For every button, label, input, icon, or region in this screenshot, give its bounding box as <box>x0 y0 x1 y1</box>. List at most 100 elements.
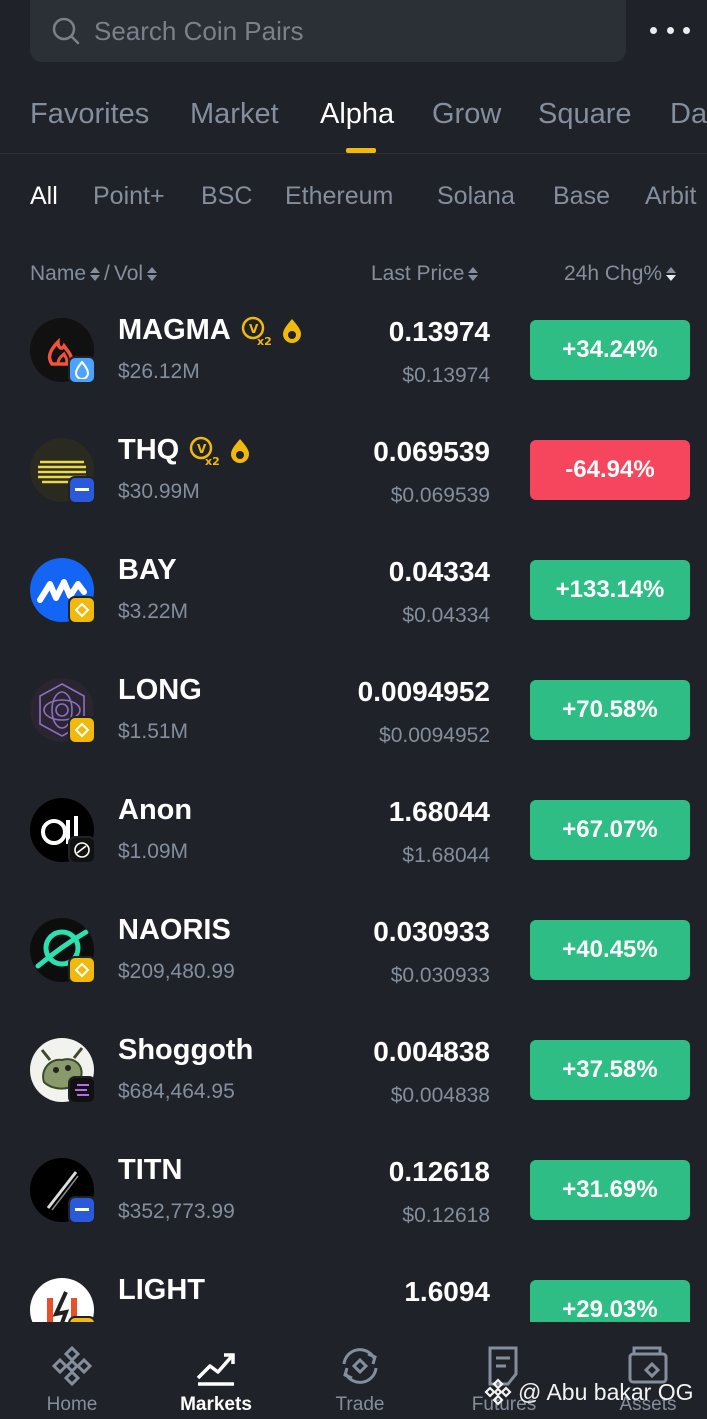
price-usd: $0.0094952 <box>379 724 490 747</box>
table-row[interactable]: THQ Vx2 $30.99M 0.069539 $0.069539 -64.9… <box>0 420 707 540</box>
change-badge[interactable]: +40.45% <box>530 920 690 980</box>
svg-text:x2: x2 <box>257 335 271 346</box>
change-header[interactable]: 24h Chg% <box>564 262 677 286</box>
flame-icon <box>282 318 301 343</box>
dot-icon <box>650 26 657 34</box>
base-chain-icon <box>68 1196 96 1224</box>
subtab-point-plus[interactable]: Point+ <box>93 182 165 211</box>
price-usd: $0.030933 <box>390 964 490 987</box>
subtab-ethereum[interactable]: Ethereum <box>285 182 393 211</box>
table-row[interactable]: LONG $1.51M 0.0094952 $0.0094952 +70.58% <box>0 660 707 780</box>
coin-name: NAORIS <box>118 914 231 947</box>
name-sort-button[interactable]: Name <box>30 262 86 286</box>
subtab-all[interactable]: All <box>30 182 58 211</box>
coin-name: TITN <box>118 1154 182 1187</box>
coin-name: Anon <box>118 794 192 827</box>
coin-name: BAY <box>118 554 177 587</box>
tab-favorites[interactable]: Favorites <box>30 98 149 131</box>
last-price-header[interactable]: Last Price <box>371 262 479 286</box>
last-price: 0.0094952 <box>357 676 490 707</box>
tab-alpha[interactable]: Alpha <box>320 98 394 131</box>
table-row[interactable]: BAY $3.22M 0.04334 $0.04334 +133.14% <box>0 540 707 660</box>
sort-icon <box>90 267 101 281</box>
change-badge[interactable]: +29.03% <box>530 1280 690 1322</box>
price-usd: $1.68044 <box>402 844 490 867</box>
change-label: 24h Chg% <box>564 262 663 285</box>
coin-volume: $1.09M <box>118 840 189 863</box>
table-row[interactable]: LIGHT 1.6094 +29.03% <box>0 1260 707 1322</box>
coin-volume: $1.51M <box>118 720 189 743</box>
subtab-base[interactable]: Base <box>553 182 610 211</box>
search-icon <box>52 17 80 45</box>
table-row[interactable]: NAORIS $209,480.99 0.030933 $0.030933 +4… <box>0 900 707 1020</box>
search-input[interactable]: Search Coin Pairs <box>30 0 626 62</box>
watermark-text: @ Abu bakar OG <box>518 1378 694 1405</box>
change-badge[interactable]: +133.14% <box>530 560 690 620</box>
base-chain-icon <box>68 476 96 504</box>
tab-data[interactable]: Da <box>670 98 707 131</box>
coin-symbol: LONG <box>118 674 202 706</box>
coin-volume: $352,773.99 <box>118 1200 235 1223</box>
svg-text:x2: x2 <box>205 455 219 466</box>
dot-icon <box>683 26 690 34</box>
coin-volume: $30.99M <box>118 480 200 503</box>
change-badge[interactable]: +70.58% <box>530 680 690 740</box>
svg-text:V: V <box>249 322 259 336</box>
nav-trade[interactable]: Trade <box>290 1322 430 1419</box>
nav-trade-label: Trade <box>335 1394 385 1415</box>
table-row[interactable]: Anon $1.09M 1.68044 $1.68044 +67.07% <box>0 780 707 900</box>
subtab-solana[interactable]: Solana <box>437 182 515 211</box>
subtab-bsc[interactable]: BSC <box>201 182 252 211</box>
change-badge[interactable]: +34.24% <box>530 320 690 380</box>
sort-icon <box>666 267 677 281</box>
tab-square[interactable]: Square <box>538 98 632 131</box>
coin-name: THQ Vx2 <box>118 434 251 467</box>
subtab-arbitrum[interactable]: Arbit <box>645 182 696 211</box>
last-price: 0.04334 <box>388 556 490 587</box>
change-badge[interactable]: +37.58% <box>530 1040 690 1100</box>
table-row[interactable]: Shoggoth $684,464.95 0.004838 $0.004838 … <box>0 1020 707 1140</box>
last-price-label: Last Price <box>371 262 465 285</box>
vol-sort-button[interactable]: Vol <box>114 262 143 286</box>
active-tab-indicator <box>346 148 376 153</box>
coin-name: LONG <box>118 674 202 707</box>
tab-market[interactable]: Market <box>190 98 279 131</box>
coin-symbol: Shoggoth <box>118 1034 254 1066</box>
last-price: 0.12618 <box>388 1156 490 1187</box>
tab-grow[interactable]: Grow <box>432 98 501 131</box>
nav-home-label: Home <box>46 1394 98 1415</box>
coin-symbol: Anon <box>118 794 193 826</box>
watermark: @ Abu bakar OG <box>484 1378 694 1406</box>
trade-icon <box>342 1348 378 1384</box>
coin-name: LIGHT <box>118 1274 205 1307</box>
last-price: 0.13974 <box>388 316 490 347</box>
secondary-tabs: All Point+ BSC Ethereum Solana Base Arbi… <box>0 182 707 222</box>
more-options-button[interactable] <box>650 18 690 42</box>
last-price: 0.004838 <box>373 1036 490 1067</box>
home-icon <box>51 1345 93 1387</box>
solana-chain-icon <box>68 1076 96 1104</box>
table-row[interactable]: TITN $352,773.99 0.12618 $0.12618 +31.69… <box>0 1140 707 1260</box>
last-price: 0.030933 <box>373 916 490 947</box>
bnb-chain-icon <box>68 716 96 744</box>
volume-x2-icon: Vx2 <box>241 316 271 346</box>
search-placeholder: Search Coin Pairs <box>94 15 304 46</box>
nav-markets[interactable]: Markets <box>146 1322 286 1419</box>
sort-icon <box>147 267 158 281</box>
coin-volume: $26.12M <box>118 360 200 383</box>
nav-home[interactable]: Home <box>2 1322 142 1419</box>
dot-icon <box>666 26 674 34</box>
change-badge[interactable]: +67.07% <box>530 800 690 860</box>
header-separator: / <box>104 262 110 285</box>
coin-symbol: LIGHT <box>118 1274 205 1306</box>
nav-markets-label: Markets <box>180 1394 252 1415</box>
table-row[interactable]: MAGMA Vx2 $26.12M 0.13974 $0.13974 +34.2… <box>0 300 707 420</box>
change-badge[interactable]: -64.94% <box>530 440 690 500</box>
bnb-chain-icon <box>68 596 96 624</box>
price-usd: $0.12618 <box>402 1204 490 1227</box>
change-badge[interactable]: +31.69% <box>530 1160 690 1220</box>
column-headers: Name / Vol Last Price 24h Chg% <box>0 262 707 292</box>
binance-logo-icon <box>484 1378 512 1406</box>
flame-icon <box>231 438 250 463</box>
coin-name: Shoggoth <box>118 1034 253 1067</box>
